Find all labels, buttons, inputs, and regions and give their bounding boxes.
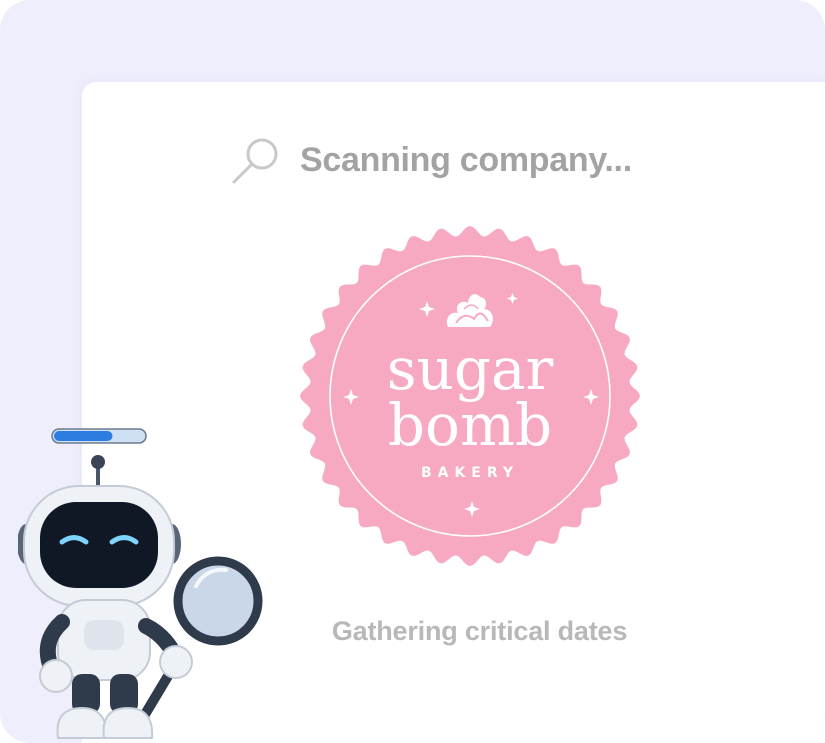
company-logo: sugar bomb BAKERY bbox=[297, 225, 643, 567]
company-logo-badge: sugar bomb BAKERY bbox=[300, 226, 640, 566]
robot-mascot bbox=[18, 426, 273, 743]
robot-illustration bbox=[18, 428, 263, 739]
magnifier-icon bbox=[173, 556, 263, 646]
logo-word-bakery: BAKERY bbox=[421, 465, 519, 481]
logo-word-bomb: bomb bbox=[388, 391, 552, 459]
robot-progress-bar bbox=[51, 428, 147, 444]
scan-header: Scanning company... bbox=[230, 134, 632, 186]
robot-progress-fill bbox=[54, 431, 113, 441]
scan-status-label: Scanning company... bbox=[300, 140, 632, 179]
search-icon bbox=[232, 138, 278, 184]
